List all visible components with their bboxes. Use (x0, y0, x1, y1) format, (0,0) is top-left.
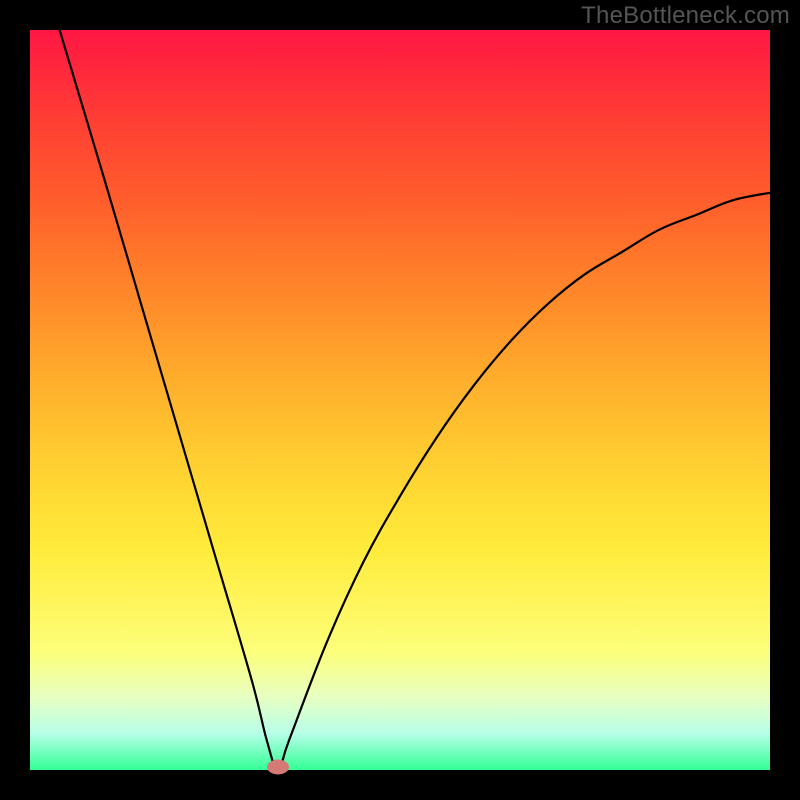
bottleneck-curve-path (60, 30, 770, 770)
curve-svg (30, 30, 770, 770)
plot-area (30, 30, 770, 770)
chart-container: TheBottleneck.com (0, 0, 800, 800)
minimum-marker (267, 760, 289, 775)
watermark-text: TheBottleneck.com (581, 2, 790, 30)
